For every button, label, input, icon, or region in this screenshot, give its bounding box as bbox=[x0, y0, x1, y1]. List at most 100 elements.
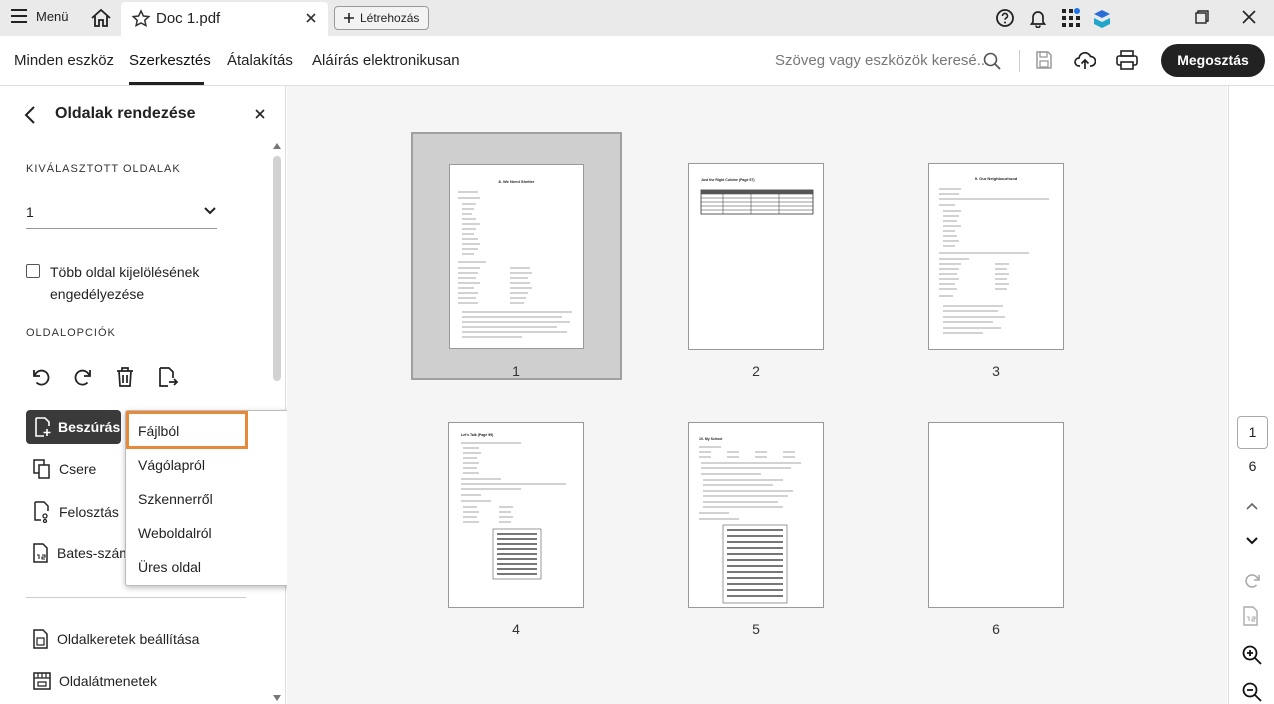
menu-bar: Minden eszköz Szerkesztés Átalakítás Alá… bbox=[0, 36, 1274, 86]
search-input[interactable]: Szöveg vagy eszközök keresé... bbox=[775, 52, 989, 69]
page-thumbnail-1[interactable]: 8. We Need Shelter bbox=[449, 164, 584, 349]
toolbar-divider bbox=[1019, 50, 1020, 72]
page-number-4: 4 bbox=[512, 621, 520, 637]
page-number-3: 3 bbox=[992, 363, 1000, 379]
bates-label: Bates-szám bbox=[57, 545, 131, 561]
page-5-word-search bbox=[699, 446, 801, 604]
organize-pages-panel: Oldalak rendezése KIVÁLASZTOTT OLDALAK 1… bbox=[0, 86, 286, 704]
panel-divider bbox=[26, 597, 246, 598]
close-window-icon[interactable] bbox=[1242, 10, 1256, 24]
page-2-table bbox=[700, 189, 814, 215]
panel-scrollbar-thumb[interactable] bbox=[273, 156, 281, 381]
page-thumbnail-5[interactable]: 10. My School bbox=[688, 422, 824, 608]
insert-label: Beszúrás bbox=[58, 419, 121, 435]
menu-label: Menü bbox=[36, 8, 69, 24]
cloud-upload-icon[interactable] bbox=[1074, 49, 1096, 71]
tab-convert[interactable]: Átalakítás bbox=[227, 52, 293, 69]
page-thumbnail-4[interactable]: Let's Talk (Page 99) bbox=[448, 422, 584, 608]
split-button[interactable]: Felosztás bbox=[33, 501, 119, 523]
replace-button[interactable]: Csere bbox=[33, 459, 96, 479]
selected-pages-dropdown[interactable]: 1 bbox=[26, 198, 217, 229]
current-page-input[interactable]: 1 bbox=[1237, 416, 1268, 449]
document-tab[interactable]: Doc 1.pdf bbox=[121, 2, 328, 36]
bates-icon bbox=[33, 543, 48, 563]
page-transitions-label: Oldalátmenetek bbox=[59, 673, 158, 689]
split-label: Felosztás bbox=[59, 504, 119, 520]
menu-item-from-webpage[interactable]: Weboldalról bbox=[138, 525, 212, 541]
bates-numbering-button[interactable]: Bates-szám bbox=[33, 543, 131, 563]
create-button[interactable]: Létrehozás bbox=[334, 6, 429, 30]
page-number-6: 6 bbox=[992, 621, 1000, 637]
rotate-right-icon[interactable] bbox=[72, 366, 94, 388]
page-navigation-bar: 1 6 bbox=[1228, 86, 1274, 704]
plus-icon bbox=[344, 13, 354, 23]
insert-dropdown-menu: Fájlból Vágólapról Szkennerről Weboldalr… bbox=[125, 410, 298, 586]
search-icon[interactable] bbox=[983, 52, 1001, 70]
close-panel-icon[interactable] bbox=[255, 109, 265, 119]
page-transitions-button[interactable]: Oldalátmenetek bbox=[33, 672, 157, 690]
save-icon[interactable] bbox=[1034, 50, 1054, 70]
apps-grid-icon[interactable] bbox=[1061, 8, 1081, 28]
print-icon[interactable] bbox=[1116, 50, 1138, 70]
chevron-up-icon[interactable] bbox=[1245, 501, 1259, 511]
share-button[interactable]: Megosztás bbox=[1161, 44, 1265, 77]
restore-window-icon[interactable] bbox=[1195, 10, 1209, 24]
page-options-label: OLDALOPCIÓK bbox=[26, 327, 116, 339]
star-icon[interactable] bbox=[131, 9, 151, 29]
page-fit-icon[interactable] bbox=[1243, 606, 1259, 626]
help-icon[interactable] bbox=[995, 8, 1015, 28]
chevron-down-nav-icon[interactable] bbox=[1245, 536, 1259, 546]
refresh-icon[interactable] bbox=[1242, 571, 1262, 591]
split-icon bbox=[34, 501, 49, 523]
ai-assistant-icon[interactable] bbox=[1092, 9, 1112, 29]
page-thumbnail-2[interactable]: Just the Right Cuisine (Page 97) bbox=[688, 163, 824, 350]
active-tab-indicator bbox=[129, 82, 204, 85]
selected-pages-label: KIVÁLASZTOTT OLDALAK bbox=[26, 163, 181, 175]
scroll-up-arrow-icon[interactable] bbox=[272, 142, 282, 150]
close-tab-icon[interactable] bbox=[305, 12, 317, 24]
insert-page-icon bbox=[35, 417, 51, 437]
page-boxes-button[interactable]: Oldalkeretek beállítása bbox=[33, 629, 199, 649]
scroll-down-arrow-icon[interactable] bbox=[272, 694, 282, 702]
multi-select-label: Több oldal kijelölésének engedélyezése bbox=[50, 264, 200, 302]
trash-icon[interactable] bbox=[114, 366, 136, 388]
back-arrow-icon[interactable] bbox=[24, 106, 36, 124]
replace-label: Csere bbox=[59, 461, 97, 477]
multi-select-checkbox[interactable] bbox=[26, 264, 40, 278]
document-name: Doc 1.pdf bbox=[156, 10, 221, 27]
page-4-word-search bbox=[461, 442, 566, 580]
page-number-1: 1 bbox=[512, 363, 520, 379]
insert-button[interactable]: Beszúrás bbox=[26, 410, 121, 444]
zoom-out-icon[interactable] bbox=[1242, 682, 1262, 702]
tab-edit[interactable]: Szerkesztés bbox=[129, 52, 211, 69]
selected-pages-value: 1 bbox=[26, 204, 34, 220]
extract-page-icon[interactable] bbox=[156, 366, 180, 390]
bell-icon[interactable] bbox=[1028, 8, 1048, 28]
page-options-toolbar bbox=[30, 366, 180, 390]
chevron-down-icon bbox=[204, 207, 216, 215]
menu-button[interactable]: Menü bbox=[10, 8, 69, 24]
panel-title: Oldalak rendezése bbox=[55, 105, 196, 122]
page-thumbnails-area: 8. We Need Shelter 1 Just the Right Cuis… bbox=[287, 86, 1227, 704]
tab-all-tools[interactable]: Minden eszköz bbox=[14, 52, 114, 69]
menu-item-blank-page[interactable]: Üres oldal bbox=[138, 559, 201, 575]
page-1-text-lines bbox=[458, 191, 572, 338]
tab-e-sign[interactable]: Aláírás elektronikusan bbox=[312, 52, 460, 69]
replace-icon bbox=[33, 459, 50, 479]
zoom-in-icon[interactable] bbox=[1242, 645, 1262, 665]
menu-item-from-clipboard[interactable]: Vágólapról bbox=[138, 457, 205, 473]
page-3-text-lines bbox=[939, 188, 1049, 334]
home-icon[interactable] bbox=[90, 7, 112, 29]
page-boxes-label: Oldalkeretek beállítása bbox=[57, 631, 200, 647]
create-label: Létrehozás bbox=[360, 11, 420, 25]
title-bar: Menü Doc 1.pdf Létrehozás bbox=[0, 0, 1274, 36]
total-pages: 6 bbox=[1248, 458, 1257, 474]
menu-item-from-file[interactable]: Fájlból bbox=[138, 423, 179, 439]
rotate-left-icon[interactable] bbox=[30, 366, 52, 388]
menu-item-from-scanner[interactable]: Szkennerről bbox=[138, 491, 213, 507]
hamburger-icon bbox=[11, 9, 27, 23]
page-transition-icon bbox=[33, 672, 51, 690]
page-thumbnail-3[interactable]: 9. Our Neighbourhood bbox=[928, 163, 1064, 350]
page-thumbnail-6[interactable] bbox=[928, 422, 1064, 608]
page-box-icon bbox=[33, 629, 48, 649]
